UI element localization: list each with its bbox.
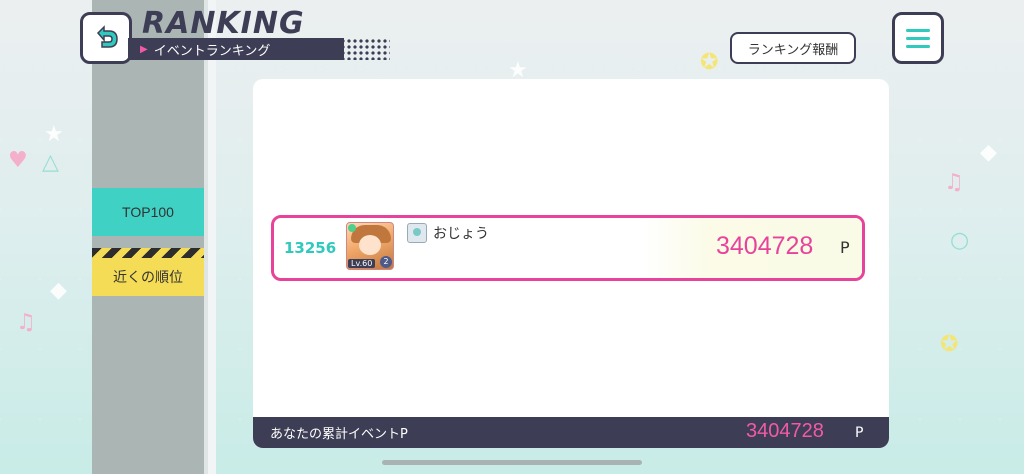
heart-icon: ♥ xyxy=(8,148,28,173)
tab-nearby-rank[interactable]: 近くの順位 xyxy=(92,258,204,296)
footer-score-unit: P xyxy=(855,425,864,441)
hamburger-menu-icon xyxy=(906,28,930,32)
rank-number: 13256 xyxy=(284,239,337,257)
back-arrow-icon xyxy=(96,25,118,48)
music-note-icon: ♫ xyxy=(16,310,36,335)
page-title: RANKING xyxy=(142,6,305,41)
home-indicator[interactable] xyxy=(382,460,642,465)
tab-top100-label: TOP100 xyxy=(122,204,174,220)
footer-score: 3404728 xyxy=(746,420,824,442)
crown-icon: ✪ xyxy=(940,332,959,357)
player-score: 3404728 xyxy=(716,232,814,260)
player-title-icon xyxy=(407,223,427,243)
page-subtitle: ▶ イベントランキング xyxy=(128,38,344,60)
left-rail xyxy=(92,0,216,474)
play-triangle-icon: ▶ xyxy=(140,43,148,55)
hazard-stripe xyxy=(92,248,204,258)
music-note-icon: ♫ xyxy=(944,170,964,195)
crown-icon: ✪ xyxy=(700,50,719,75)
footer-label: あなたの累計イベントP xyxy=(270,427,408,442)
circle-icon: ○ xyxy=(950,228,970,253)
triangle-icon: △ xyxy=(42,150,59,175)
player-avatar[interactable]: Lv.60 2 xyxy=(346,222,394,270)
page-subtitle-text: イベントランキング xyxy=(153,43,271,59)
player-name: おじょう xyxy=(433,226,489,242)
avatar-rank-badge: 2 xyxy=(380,256,392,268)
ranking-reward-button[interactable]: ランキング報酬 xyxy=(730,32,856,64)
menu-button[interactable] xyxy=(892,12,944,64)
diamond-icon: ◆ xyxy=(50,278,67,303)
avatar-level: Lv.60 xyxy=(348,259,376,268)
player-score-unit: P xyxy=(840,238,850,257)
tab-top100[interactable]: TOP100 xyxy=(92,188,204,236)
dot-decoration xyxy=(340,38,390,60)
diamond-icon: ◆ xyxy=(980,140,997,165)
back-button[interactable] xyxy=(80,12,132,64)
check-icon xyxy=(348,224,356,232)
star-icon: ★ xyxy=(44,122,64,147)
tab-nearby-rank-label: 近くの順位 xyxy=(113,270,183,286)
